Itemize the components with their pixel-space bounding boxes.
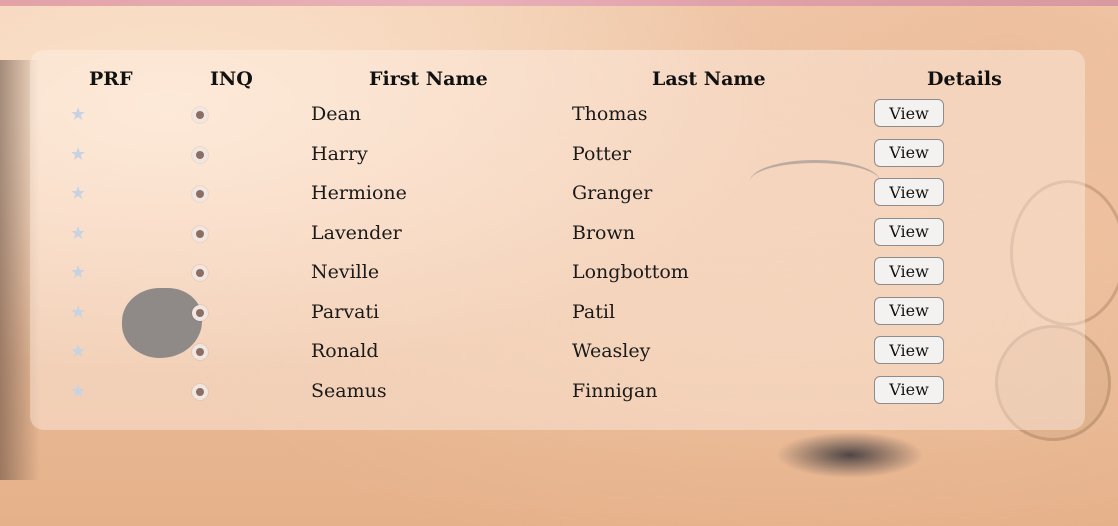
first-name-cell: Ronald	[311, 340, 379, 362]
star-icon[interactable]: ★	[70, 106, 86, 124]
first-name-cell: Parvati	[311, 300, 380, 323]
header-last-name: Last Name	[652, 68, 766, 90]
star-icon[interactable]: ★	[70, 303, 86, 322]
view-button[interactable]: View	[874, 336, 944, 364]
view-button[interactable]: View	[874, 375, 944, 404]
first-name-cell: Harry	[311, 142, 368, 165]
star-icon[interactable]: ★	[70, 185, 86, 203]
star-icon[interactable]: ★	[70, 224, 86, 243]
radio-icon[interactable]	[192, 383, 208, 400]
ink-streak	[770, 430, 930, 480]
last-name-cell: Thomas	[572, 103, 648, 125]
last-name-cell: Finnigan	[572, 379, 658, 402]
table-row: ★ Seamus Finnigan View	[30, 375, 1085, 417]
table-row: ★ Neville Longbottom View	[30, 257, 1085, 298]
star-icon[interactable]: ★	[70, 264, 86, 282]
header-first-name: First Name	[369, 68, 488, 90]
last-name-cell: Granger	[572, 182, 653, 204]
first-name-cell: Dean	[311, 103, 362, 125]
star-icon[interactable]: ★	[70, 382, 86, 401]
first-name-cell: Neville	[311, 261, 380, 283]
view-button[interactable]: View	[874, 138, 944, 167]
last-name-cell: Brown	[572, 221, 635, 244]
header-details: Details	[927, 68, 1002, 90]
table-row: ★ Lavender Brown View	[30, 217, 1085, 259]
radio-icon[interactable]	[192, 107, 208, 123]
radio-icon[interactable]	[192, 304, 208, 321]
view-button[interactable]: View	[874, 296, 944, 325]
view-button[interactable]: View	[874, 217, 944, 246]
table-row: ★ Parvati Patil View	[30, 296, 1085, 338]
students-table: PRF INQ First Name Last Name Details ★ De…	[30, 50, 1085, 430]
view-button[interactable]: View	[874, 99, 944, 127]
star-icon[interactable]: ★	[70, 145, 86, 164]
first-name-cell: Hermione	[311, 182, 407, 204]
header-inq: INQ	[210, 68, 253, 90]
view-button[interactable]: View	[874, 178, 944, 206]
radio-icon[interactable]	[192, 225, 208, 242]
table-row: ★ Hermione Granger View	[30, 178, 1085, 219]
first-name-cell: Seamus	[311, 379, 387, 402]
header-prf: PRF	[89, 68, 133, 90]
table-row: ★ Ronald Weasley View	[30, 336, 1085, 377]
last-name-cell: Weasley	[572, 340, 651, 362]
star-icon[interactable]: ★	[70, 343, 86, 361]
view-button[interactable]: View	[874, 257, 944, 285]
table-row: ★ Harry Potter View	[30, 138, 1085, 180]
first-name-cell: Lavender	[311, 221, 402, 244]
last-name-cell: Potter	[572, 142, 632, 165]
radio-icon[interactable]	[192, 344, 208, 360]
radio-icon[interactable]	[192, 186, 208, 202]
table-row: ★ Dean Thomas View	[30, 99, 1085, 140]
radio-icon[interactable]	[192, 265, 208, 281]
radio-icon[interactable]	[192, 146, 208, 163]
top-decorative-strip	[0, 0, 1118, 6]
table-header: PRF INQ First Name Last Name Details	[30, 68, 1085, 96]
last-name-cell: Patil	[572, 300, 616, 323]
last-name-cell: Longbottom	[572, 261, 689, 283]
